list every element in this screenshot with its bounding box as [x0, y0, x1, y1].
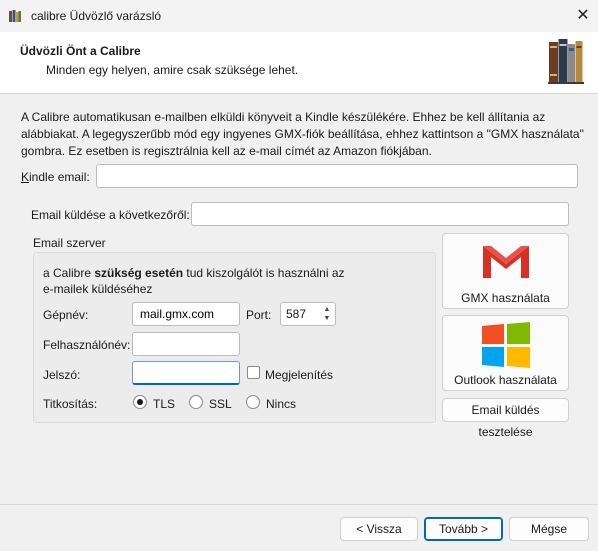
next-button[interactable]: Tovább >	[424, 517, 503, 541]
use-gmx-label: GMX használata	[461, 291, 550, 305]
microsoft-icon	[482, 322, 530, 368]
password-input[interactable]	[132, 361, 240, 385]
show-password-label[interactable]: Megjelenítés	[265, 368, 333, 382]
port-label: Port:	[246, 308, 272, 322]
radio-ssl-label[interactable]: SSL	[209, 397, 232, 411]
radio-tls[interactable]	[133, 395, 147, 409]
back-button[interactable]: < Vissza	[340, 517, 418, 541]
gmail-icon	[483, 246, 529, 278]
server-note-pre: a Calibre	[43, 266, 95, 280]
use-gmx-button[interactable]: GMX használata	[442, 233, 569, 309]
host-label: Gépnév:	[43, 308, 89, 322]
close-icon[interactable]: ✕	[570, 3, 596, 29]
use-outlook-button[interactable]: Outlook használata	[442, 315, 569, 391]
host-input[interactable]	[132, 302, 240, 326]
port-value: 587	[286, 307, 307, 321]
header-subtitle: Minden egy helyen, amire csak szüksége l…	[46, 63, 299, 77]
port-spinbox[interactable]: 587 ▲ ▼	[280, 302, 336, 326]
port-stepper-arrows[interactable]: ▲ ▼	[321, 305, 333, 323]
wizard-header: Üdvözli Önt a Calibre Minden egy helyen,…	[0, 32, 598, 94]
test-email-button[interactable]: Email küldés tesztelése	[442, 398, 569, 439]
send-from-label: Email küldése a következőről:	[31, 208, 190, 222]
calibre-books-logo	[548, 39, 584, 84]
title-bar: calibre Üdvözlő varázsló ✕	[0, 0, 598, 32]
intro-text: A Calibre automatikusan e-mailben elküld…	[21, 110, 584, 158]
encryption-label: Titkosítás:	[43, 397, 98, 411]
spin-up-icon[interactable]: ▲	[321, 305, 333, 314]
username-input[interactable]	[132, 332, 240, 356]
header-title: Üdvözli Önt a Calibre	[20, 44, 141, 58]
password-label: Jelszó:	[43, 368, 81, 382]
calibre-app-icon	[9, 10, 21, 22]
radio-none-label[interactable]: Nincs	[266, 397, 296, 411]
radio-ssl[interactable]	[189, 395, 203, 409]
kindle-email-input[interactable]	[96, 164, 578, 188]
send-from-input[interactable]	[191, 202, 569, 226]
radio-tls-label[interactable]: TLS	[153, 397, 175, 411]
username-label: Felhasználónév:	[43, 338, 131, 352]
server-note-bold: szükség esetén	[94, 266, 184, 280]
show-password-checkbox[interactable]	[247, 366, 260, 379]
window-title: calibre Üdvözlő varázsló	[31, 9, 162, 23]
use-outlook-label: Outlook használata	[454, 373, 557, 387]
spin-down-icon[interactable]: ▼	[321, 314, 333, 323]
kindle-email-label: Kindle email:	[21, 170, 90, 184]
email-server-group-title: Email szerver	[33, 236, 106, 250]
kindle-email-label-text: indle email:	[29, 170, 90, 184]
cancel-button[interactable]: Mégse	[509, 517, 589, 541]
radio-none[interactable]	[246, 395, 260, 409]
server-note: a Calibre szükség esetén tud kiszolgálót…	[43, 265, 353, 297]
